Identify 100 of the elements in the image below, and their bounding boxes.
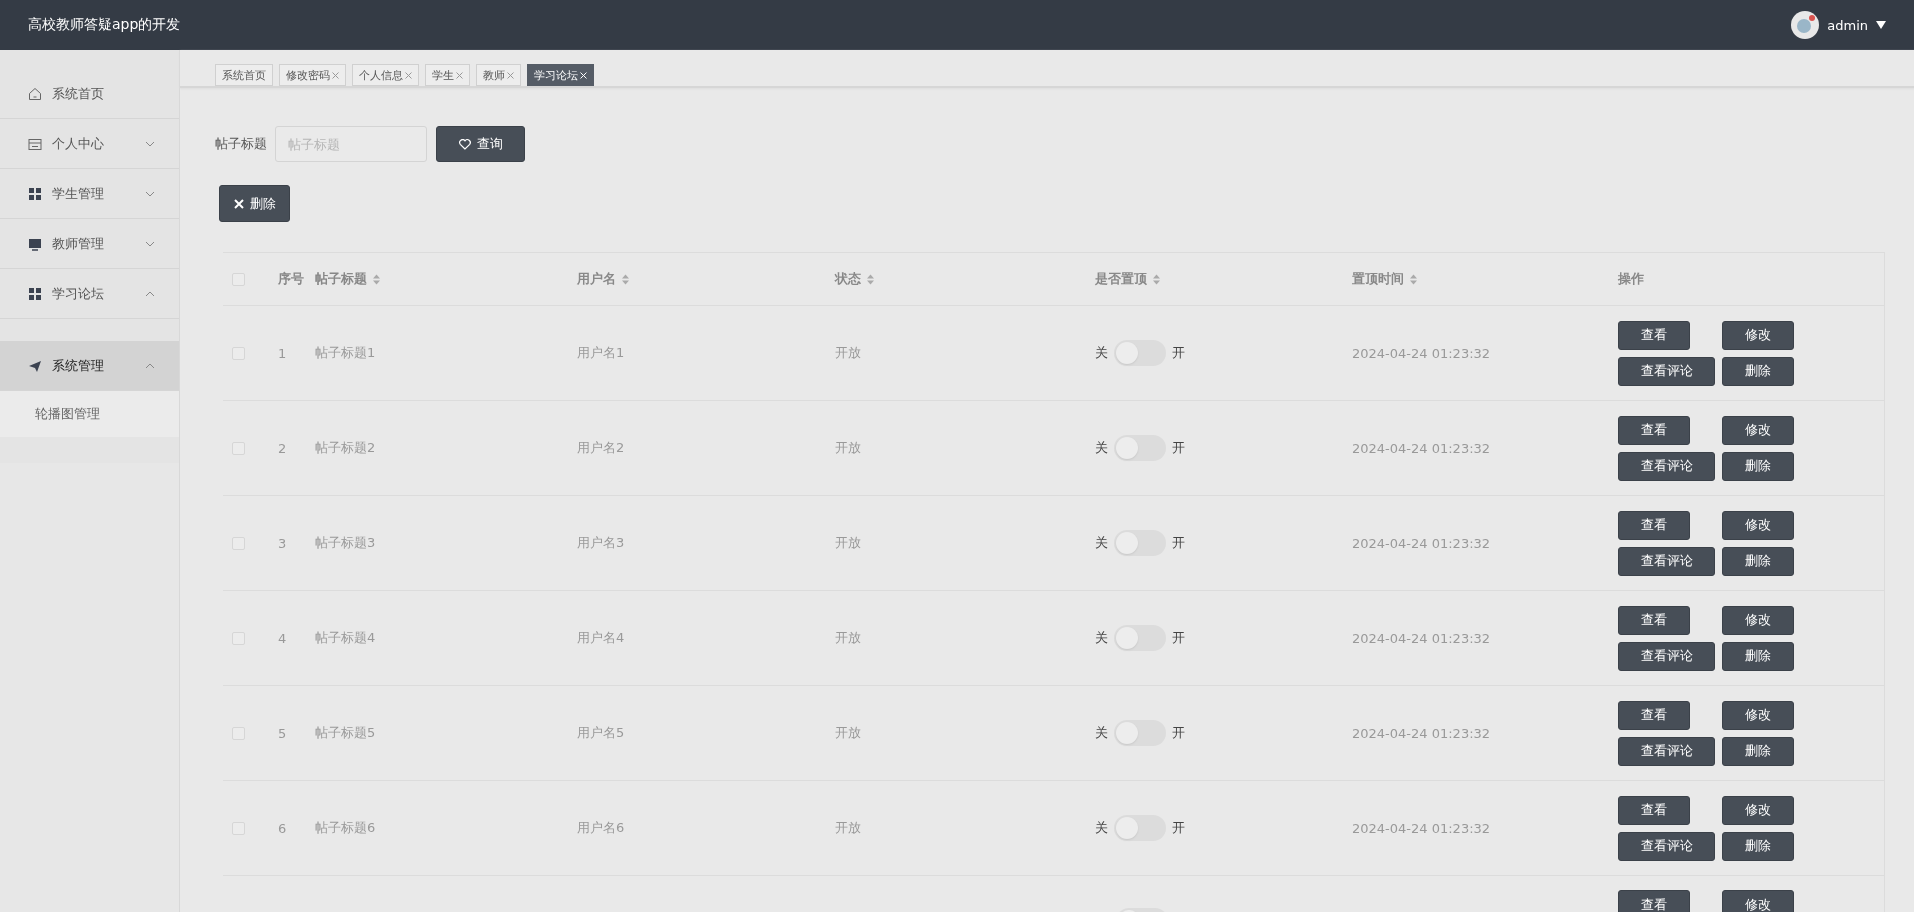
field-label: 帖子标题 (215, 135, 267, 153)
action-button[interactable]: 删除 (1722, 736, 1794, 766)
toggle-switch[interactable] (1114, 340, 1166, 366)
table-cell: 2024-04-24 01:23:32 (1352, 820, 1491, 836)
menu-item[interactable]: 学习论坛 (0, 269, 179, 319)
submenu-item[interactable]: 轮播图管理 (0, 391, 179, 437)
sort-icon[interactable] (1153, 273, 1160, 285)
action-button[interactable]: 查看评论 (1618, 546, 1715, 576)
action-button[interactable]: 修改 (1722, 795, 1794, 825)
action-button[interactable]: 修改 (1722, 700, 1794, 730)
menu-item[interactable]: 个人中心 (0, 119, 179, 169)
action-button[interactable]: 查看 (1618, 320, 1690, 350)
paper-plane-icon (28, 358, 42, 373)
home-icon (28, 86, 42, 101)
table-cell: 2024-04-24 01:23:32 (1352, 630, 1491, 646)
action-button[interactable]: 删除 (1722, 451, 1794, 481)
table-cell: 帖子标题1 (315, 344, 376, 362)
switch-label: 开 (1172, 439, 1185, 457)
switch-label: 关 (1095, 819, 1108, 837)
action-button[interactable]: 查看评论 (1618, 641, 1715, 671)
avatar-icon[interactable] (1791, 11, 1820, 39)
action-button[interactable]: 修改 (1722, 605, 1794, 635)
action-button[interactable]: 查看评论 (1618, 831, 1715, 861)
action-button[interactable]: 查看 (1618, 510, 1690, 540)
table-cell: 2024-04-24 01:23:32 (1352, 725, 1491, 741)
sort-icon[interactable] (622, 273, 629, 285)
action-button[interactable]: 查看 (1618, 605, 1690, 635)
table-cell: 帖子标题5 (315, 724, 376, 742)
action-button[interactable]: 修改 (1722, 320, 1794, 350)
toggle-switch[interactable] (1114, 435, 1166, 461)
table-cell: 开放 (835, 344, 861, 362)
table-cell: 帖子标题3 (315, 534, 376, 552)
switch-label: 关 (1095, 344, 1108, 362)
action-button[interactable]: 查看评论 (1618, 451, 1715, 481)
table-cell: 帖子标题6 (315, 819, 376, 837)
toggle-switch[interactable] (1114, 815, 1166, 841)
tab[interactable]: 系统首页 (215, 64, 273, 86)
switch-label: 开 (1172, 629, 1185, 647)
sort-icon[interactable] (1410, 273, 1417, 285)
tab[interactable]: 教师 (476, 64, 521, 86)
table-cell: 开放 (835, 819, 861, 837)
toggle-switch[interactable] (1114, 530, 1166, 556)
table-cell: 3 (278, 535, 287, 551)
action-button[interactable]: 修改 (1722, 890, 1794, 912)
column-header: 操作 (1618, 270, 1644, 288)
table-cell: 5 (278, 725, 287, 741)
monitor-icon (28, 236, 42, 251)
action-button[interactable]: 删除 (1722, 831, 1794, 861)
grid-icon (28, 286, 42, 301)
sort-icon[interactable] (373, 273, 380, 285)
action-button[interactable]: 查看 (1618, 795, 1690, 825)
sort-icon[interactable] (867, 273, 874, 285)
action-button[interactable]: 修改 (1722, 415, 1794, 445)
table-cell: 帖子标题2 (315, 439, 376, 457)
action-button[interactable]: 删除 (1722, 546, 1794, 576)
table-cell: 用户名2 (577, 439, 625, 457)
menu-item[interactable]: 系统首页 (0, 69, 179, 119)
switch-label: 开 (1172, 724, 1185, 742)
switch-label: 开 (1172, 344, 1185, 362)
action-button[interactable]: 查看评论 (1618, 356, 1715, 386)
table-cell: 开放 (835, 724, 861, 742)
action-button[interactable]: 删除 (1722, 356, 1794, 386)
menu-item[interactable]: 教师管理 (0, 219, 179, 269)
table-cell: 开放 (835, 439, 861, 457)
tab[interactable]: 学生 (425, 64, 470, 86)
action-button[interactable]: 修改 (1722, 510, 1794, 540)
action-button[interactable]: 查看 (1618, 415, 1690, 445)
table-cell: 用户名3 (577, 534, 625, 552)
table-cell: 用户名4 (577, 629, 625, 647)
card-icon (28, 136, 42, 151)
action-button[interactable]: 查看 (1618, 700, 1690, 730)
table-cell: 用户名1 (577, 344, 625, 362)
switch-label: 关 (1095, 724, 1108, 742)
action-button[interactable]: 查看评论 (1618, 736, 1715, 766)
menu-item[interactable]: 系统管理 (0, 341, 179, 391)
table-cell: 开放 (835, 629, 861, 647)
search-button[interactable]: 查询 (436, 126, 525, 162)
heart-icon (458, 138, 471, 150)
table-cell: 2 (278, 440, 287, 456)
action-button[interactable]: 查看 (1618, 890, 1690, 912)
switch-label: 关 (1095, 629, 1108, 647)
table-cell: 2024-04-24 01:23:32 (1352, 535, 1491, 551)
grid-icon (28, 186, 42, 201)
switch-label: 关 (1095, 534, 1108, 552)
tab[interactable]: 修改密码 (279, 64, 346, 86)
switch-label: 关 (1095, 439, 1108, 457)
delete-button[interactable]: 删除 (219, 185, 290, 222)
toggle-switch[interactable] (1114, 720, 1166, 746)
table-cell: 开放 (835, 534, 861, 552)
table-cell: 2024-04-24 01:23:32 (1352, 440, 1491, 456)
tab[interactable]: 个人信息 (352, 64, 419, 86)
menu-item[interactable]: 学生管理 (0, 169, 179, 219)
toggle-switch[interactable] (1114, 625, 1166, 651)
tab[interactable]: 学习论坛 (527, 64, 594, 86)
switch-label: 开 (1172, 819, 1185, 837)
switch-label: 开 (1172, 534, 1185, 552)
caret-icon[interactable] (1876, 21, 1886, 29)
close-icon (233, 198, 244, 209)
user-name[interactable]: admin (1827, 17, 1868, 33)
action-button[interactable]: 删除 (1722, 641, 1794, 671)
